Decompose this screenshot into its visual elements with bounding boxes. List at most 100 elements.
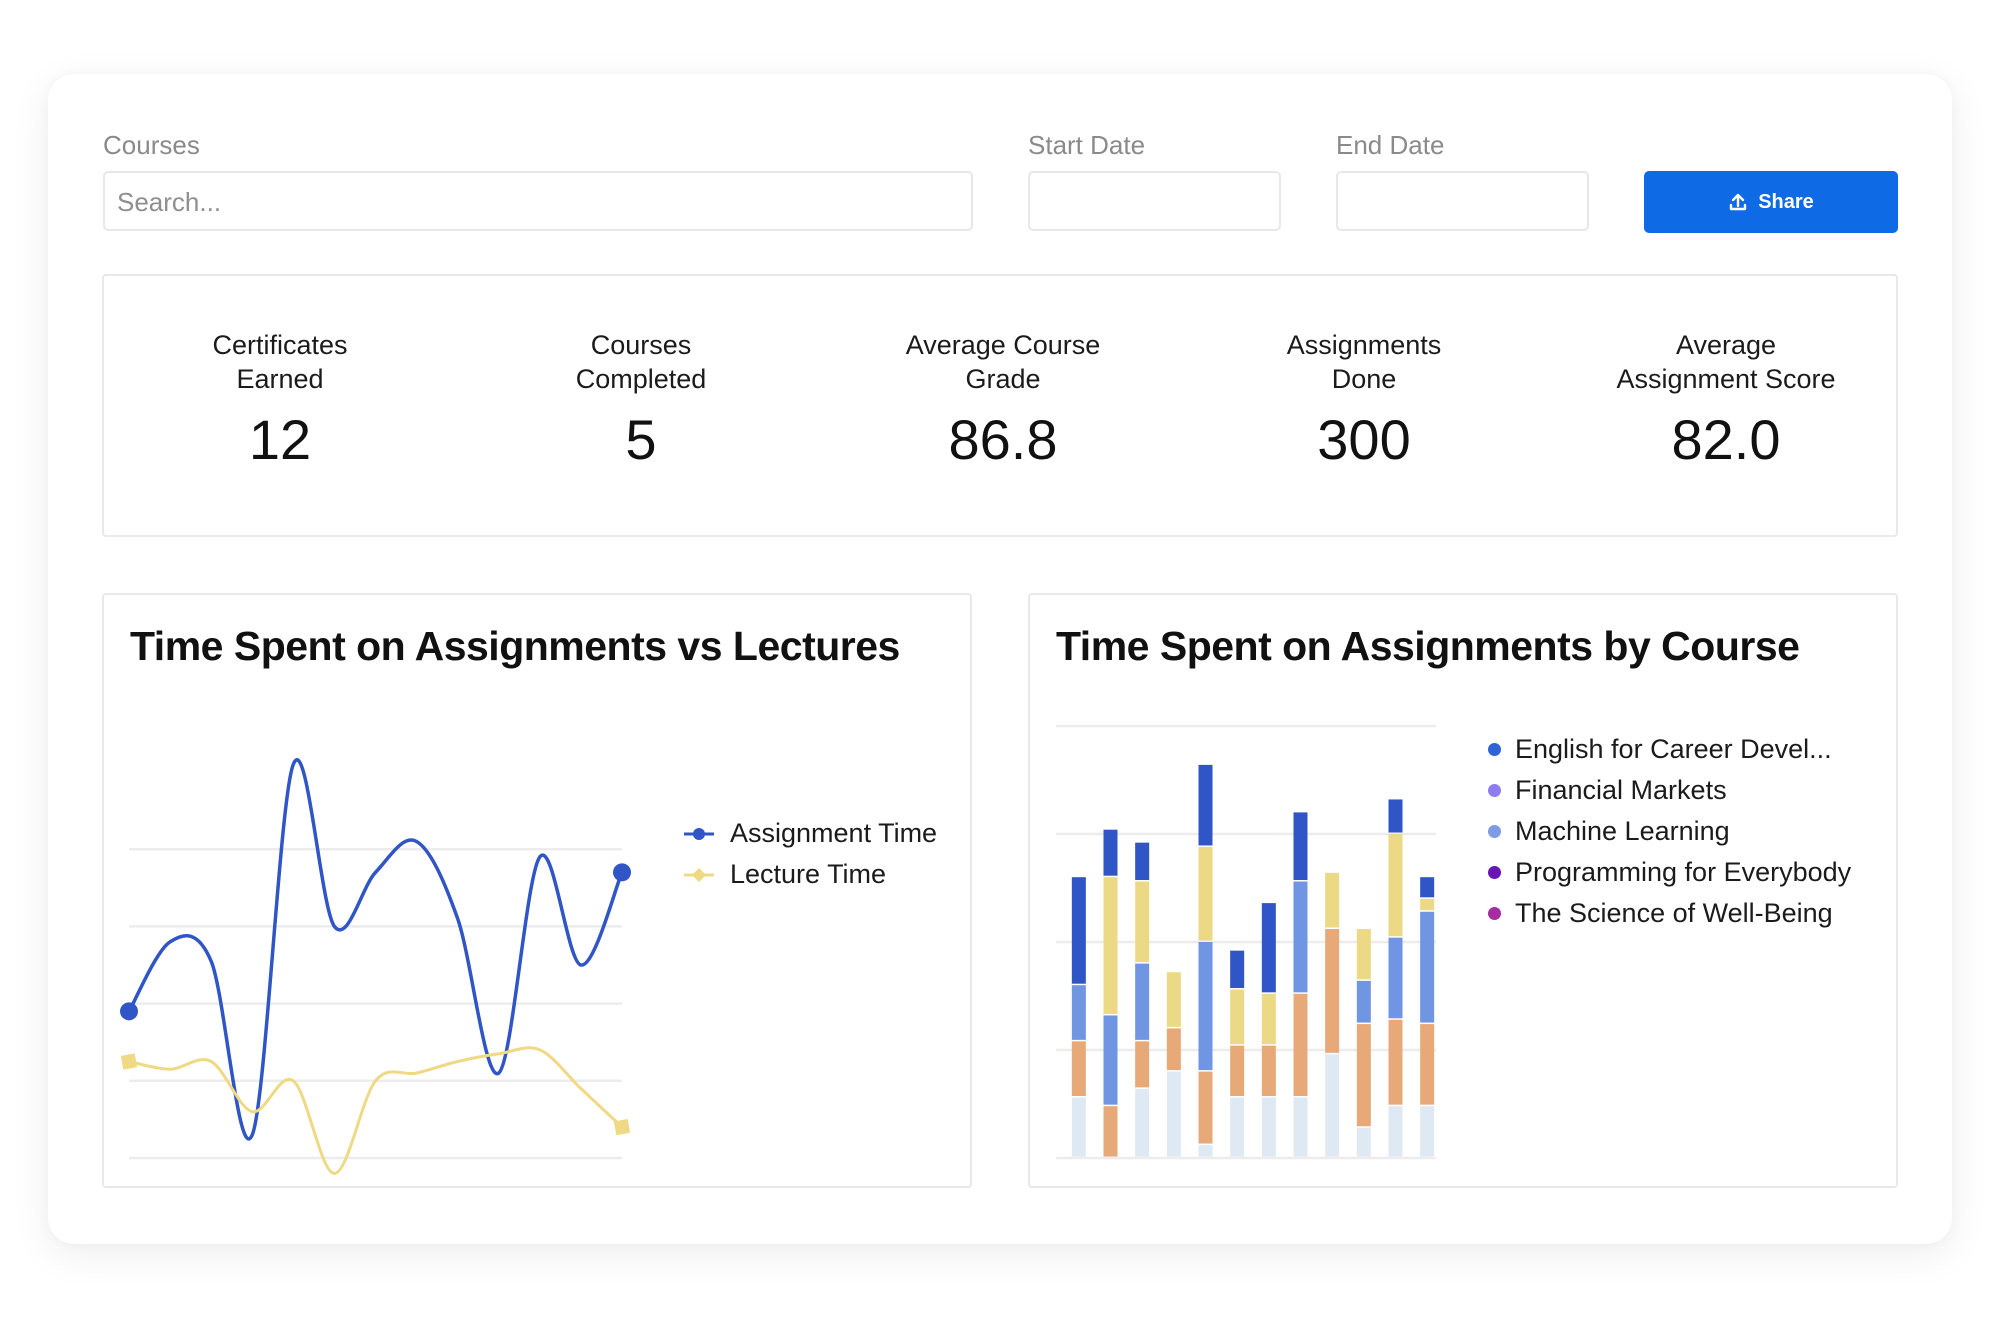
bar-segment (1420, 911, 1435, 1023)
bar-segment (1198, 846, 1213, 941)
bar-segment (1166, 972, 1181, 1027)
bar-segment (1071, 877, 1086, 984)
bar-segment (1198, 1071, 1213, 1144)
bar-segment (1135, 1088, 1150, 1157)
legend-item-course[interactable]: Financial Markets (1488, 770, 1851, 811)
bar-segment (1103, 877, 1118, 1014)
bar-segment (1103, 829, 1118, 876)
legend-dot-icon (1488, 743, 1501, 756)
stat-courses-completed: Courses Completed 5 (491, 328, 791, 472)
legend-label: Lecture Time (730, 859, 887, 889)
data-point (613, 1119, 631, 1136)
bar-chart-legend: English for Career Devel... Financial Mar… (1488, 729, 1851, 934)
legend-item-lecture-time[interactable]: Lecture Time (684, 854, 937, 895)
stat-value: 5 (625, 408, 657, 471)
bar-segment (1135, 881, 1150, 963)
bar-segment (1071, 1097, 1086, 1157)
stat-value: 300 (1317, 408, 1411, 471)
bar-segment (1293, 881, 1308, 993)
bar-segment (1325, 872, 1340, 928)
stat-label: Assignments Done (1286, 330, 1442, 394)
legend-label: Assignment Time (730, 818, 938, 848)
courses-search-input[interactable]: Search... (103, 171, 973, 231)
bar-segment (1325, 929, 1340, 1053)
bar-segment (1325, 1054, 1340, 1157)
bar-segment (1071, 1041, 1086, 1097)
legend-dot-icon (1488, 866, 1501, 879)
legend-label: English for Career Devel... (1515, 734, 1832, 764)
stat-label: Courses Completed (575, 330, 707, 394)
legend-label: The Science of Well-Being (1515, 898, 1833, 928)
legend-label: Programming for Everybody (1515, 857, 1852, 887)
bar-segment (1388, 834, 1403, 937)
bar-segment (1420, 898, 1435, 911)
bar-segment (1135, 842, 1150, 881)
bar-segment (1388, 1019, 1403, 1105)
legend-item-course[interactable]: Machine Learning (1488, 811, 1851, 852)
courses-search-placeholder: Search... (117, 187, 222, 217)
bar-segment (1261, 993, 1276, 1045)
legend-label: Machine Learning (1515, 816, 1730, 846)
bar-segment (1388, 1106, 1403, 1157)
stat-value: 86.8 (948, 408, 1058, 471)
bar-segment (1388, 799, 1403, 833)
bar-segment (1293, 812, 1308, 881)
stat-average-course-grade: Average Course Grade 86.8 (853, 328, 1153, 472)
bar-segment (1135, 1041, 1150, 1088)
share-button[interactable]: Share (1644, 171, 1898, 233)
bar-segment (1356, 980, 1371, 1023)
bar-segment (1388, 937, 1403, 1019)
data-point (613, 863, 631, 882)
bar-segment (1103, 1106, 1118, 1157)
bar-chart-panel: Time Spent on Assignments by Course Engl… (1028, 593, 1898, 1188)
bar-segment (1261, 1045, 1276, 1097)
series-line-lecture-time (128, 1046, 624, 1175)
bar-segment (1166, 1071, 1181, 1157)
bar-segment (1230, 950, 1245, 989)
end-date-input[interactable] (1336, 171, 1589, 231)
stat-label: Certificates Earned (212, 330, 348, 394)
legend-label: Financial Markets (1515, 775, 1727, 805)
bar-segment (1230, 1045, 1245, 1097)
line-marker-icon (684, 828, 714, 840)
legend-dot-icon (1488, 907, 1501, 920)
bar-segment (1071, 985, 1086, 1040)
bar-segment (1230, 1097, 1245, 1157)
legend-dot-icon (1488, 825, 1501, 838)
dashboard-card: Courses Search... Start Date End Date Sh… (48, 74, 1952, 1244)
bar-segment (1420, 1106, 1435, 1157)
line-chart-panel: Time Spent on Assignments vs Lectures As… (102, 593, 972, 1188)
bar-segment (1420, 877, 1435, 898)
end-date-label: End Date (1336, 130, 1445, 160)
bar-segment (1261, 903, 1276, 993)
bar-segment (1230, 989, 1245, 1045)
stat-label: Average Course Grade (905, 330, 1101, 394)
bar-segment (1356, 1127, 1371, 1157)
stats-panel: Certificates Earned 12 Courses Completed… (102, 274, 1898, 537)
legend-dot-icon (1488, 784, 1501, 797)
share-button-label: Share (1758, 190, 1814, 213)
stat-value: 82.0 (1671, 408, 1781, 471)
data-point (120, 1002, 138, 1021)
bar-segment (1198, 1145, 1213, 1157)
bar-segment (1261, 1097, 1276, 1157)
bar-segment (1356, 929, 1371, 980)
bar-segment (1135, 963, 1150, 1040)
legend-item-course[interactable]: English for Career Devel... (1488, 729, 1851, 770)
legend-item-assignment-time[interactable]: Assignment Time (684, 813, 937, 854)
stat-label: Average Assignment Score (1616, 330, 1836, 394)
bar-segment (1356, 1024, 1371, 1127)
bar-segment (1198, 764, 1213, 846)
stat-average-assignment-score: Average Assignment Score 82.0 (1576, 328, 1876, 472)
legend-item-course[interactable]: The Science of Well-Being (1488, 893, 1851, 934)
stat-assignments-done: Assignments Done 300 (1214, 328, 1514, 472)
bar-segment (1293, 1097, 1308, 1157)
bar-segment (1103, 1015, 1118, 1105)
bar-segment (1198, 942, 1213, 1071)
start-date-input[interactable] (1028, 171, 1281, 231)
stat-value: 12 (248, 408, 312, 471)
data-point (120, 1053, 138, 1070)
start-date-label: Start Date (1028, 130, 1146, 160)
bar-segment (1293, 993, 1308, 1097)
legend-item-course[interactable]: Programming for Everybody (1488, 852, 1851, 893)
